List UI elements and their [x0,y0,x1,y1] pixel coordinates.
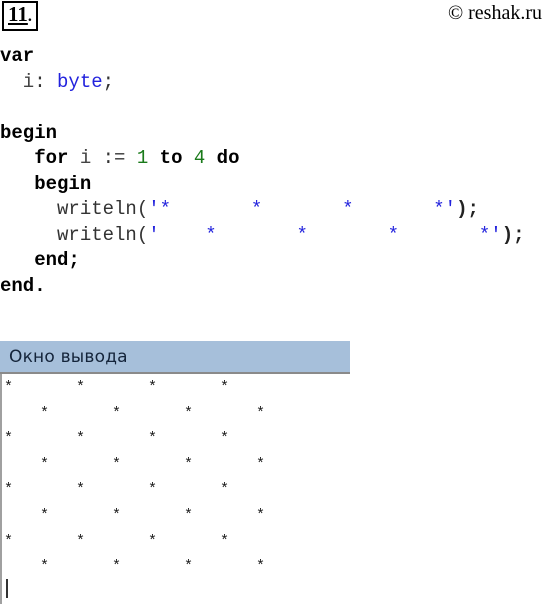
code-line: writeln(' * * * *'); [0,223,546,249]
code-token: '* * * *' [148,198,457,220]
output-line: * * * * [4,481,230,499]
code-token: ); [501,223,525,246]
code-token: 1 [136,147,149,169]
output-window: Окно вывода * * * * * * * * * * * * * * *… [0,341,350,604]
code-token: : [34,70,58,93]
code-token: := [102,147,137,169]
code-token: begin [0,121,58,144]
code-token: end. [0,274,46,297]
code-line: end. [0,274,546,300]
output-line: * * * * [4,558,266,576]
code-token: ' * * * *' [148,223,502,246]
task-number: 11 [8,2,28,26]
output-console-text: * * * * * * * * * * * * * * * * * * * * * … [2,374,350,580]
code-token: writeln( [0,198,149,220]
code-token: writeln( [0,223,149,246]
code-token: i [79,147,103,169]
output-line: * * * * [4,506,266,524]
code-line: for i := 1 to 4 do [0,146,546,172]
output-line: * * * * [4,532,230,550]
code-line: end; [0,248,546,274]
code-token: begin [0,172,92,195]
code-token: do [205,147,240,169]
code-token: 4 [193,147,206,169]
text-caret-icon [6,579,8,598]
code-token: ); [456,198,479,220]
watermark-label: © reshak.ru [447,2,542,24]
code-line: i: byte; [0,70,546,96]
code-line: writeln('* * * *'); [0,197,546,223]
output-window-body[interactable]: * * * * * * * * * * * * * * * * * * * * * … [0,374,350,604]
code-token: for [0,147,80,169]
code-line: begin [0,172,546,198]
output-window-titlebar: Окно вывода [0,341,350,374]
output-line: * * * * [4,379,230,396]
task-number-badge: 11. [2,1,38,31]
code-token: i [0,70,35,93]
task-number-dot: . [27,8,32,25]
output-line: * * * * [4,430,230,448]
pascal-code-listing: var i: byte; begin for i := 1 to 4 do be… [0,44,546,299]
code-token: byte [57,70,103,93]
output-window-title: Окно вывода [9,346,128,367]
code-token: ; [102,70,115,93]
output-line: * * * * [4,455,266,473]
code-token: var [0,45,35,67]
output-line: * * * * [4,404,266,422]
code-line: var [0,44,546,70]
code-token: end; [0,249,80,271]
code-line: begin [0,121,546,147]
page-header: 11. © reshak.ru [0,0,546,34]
code-token: to [148,147,194,169]
